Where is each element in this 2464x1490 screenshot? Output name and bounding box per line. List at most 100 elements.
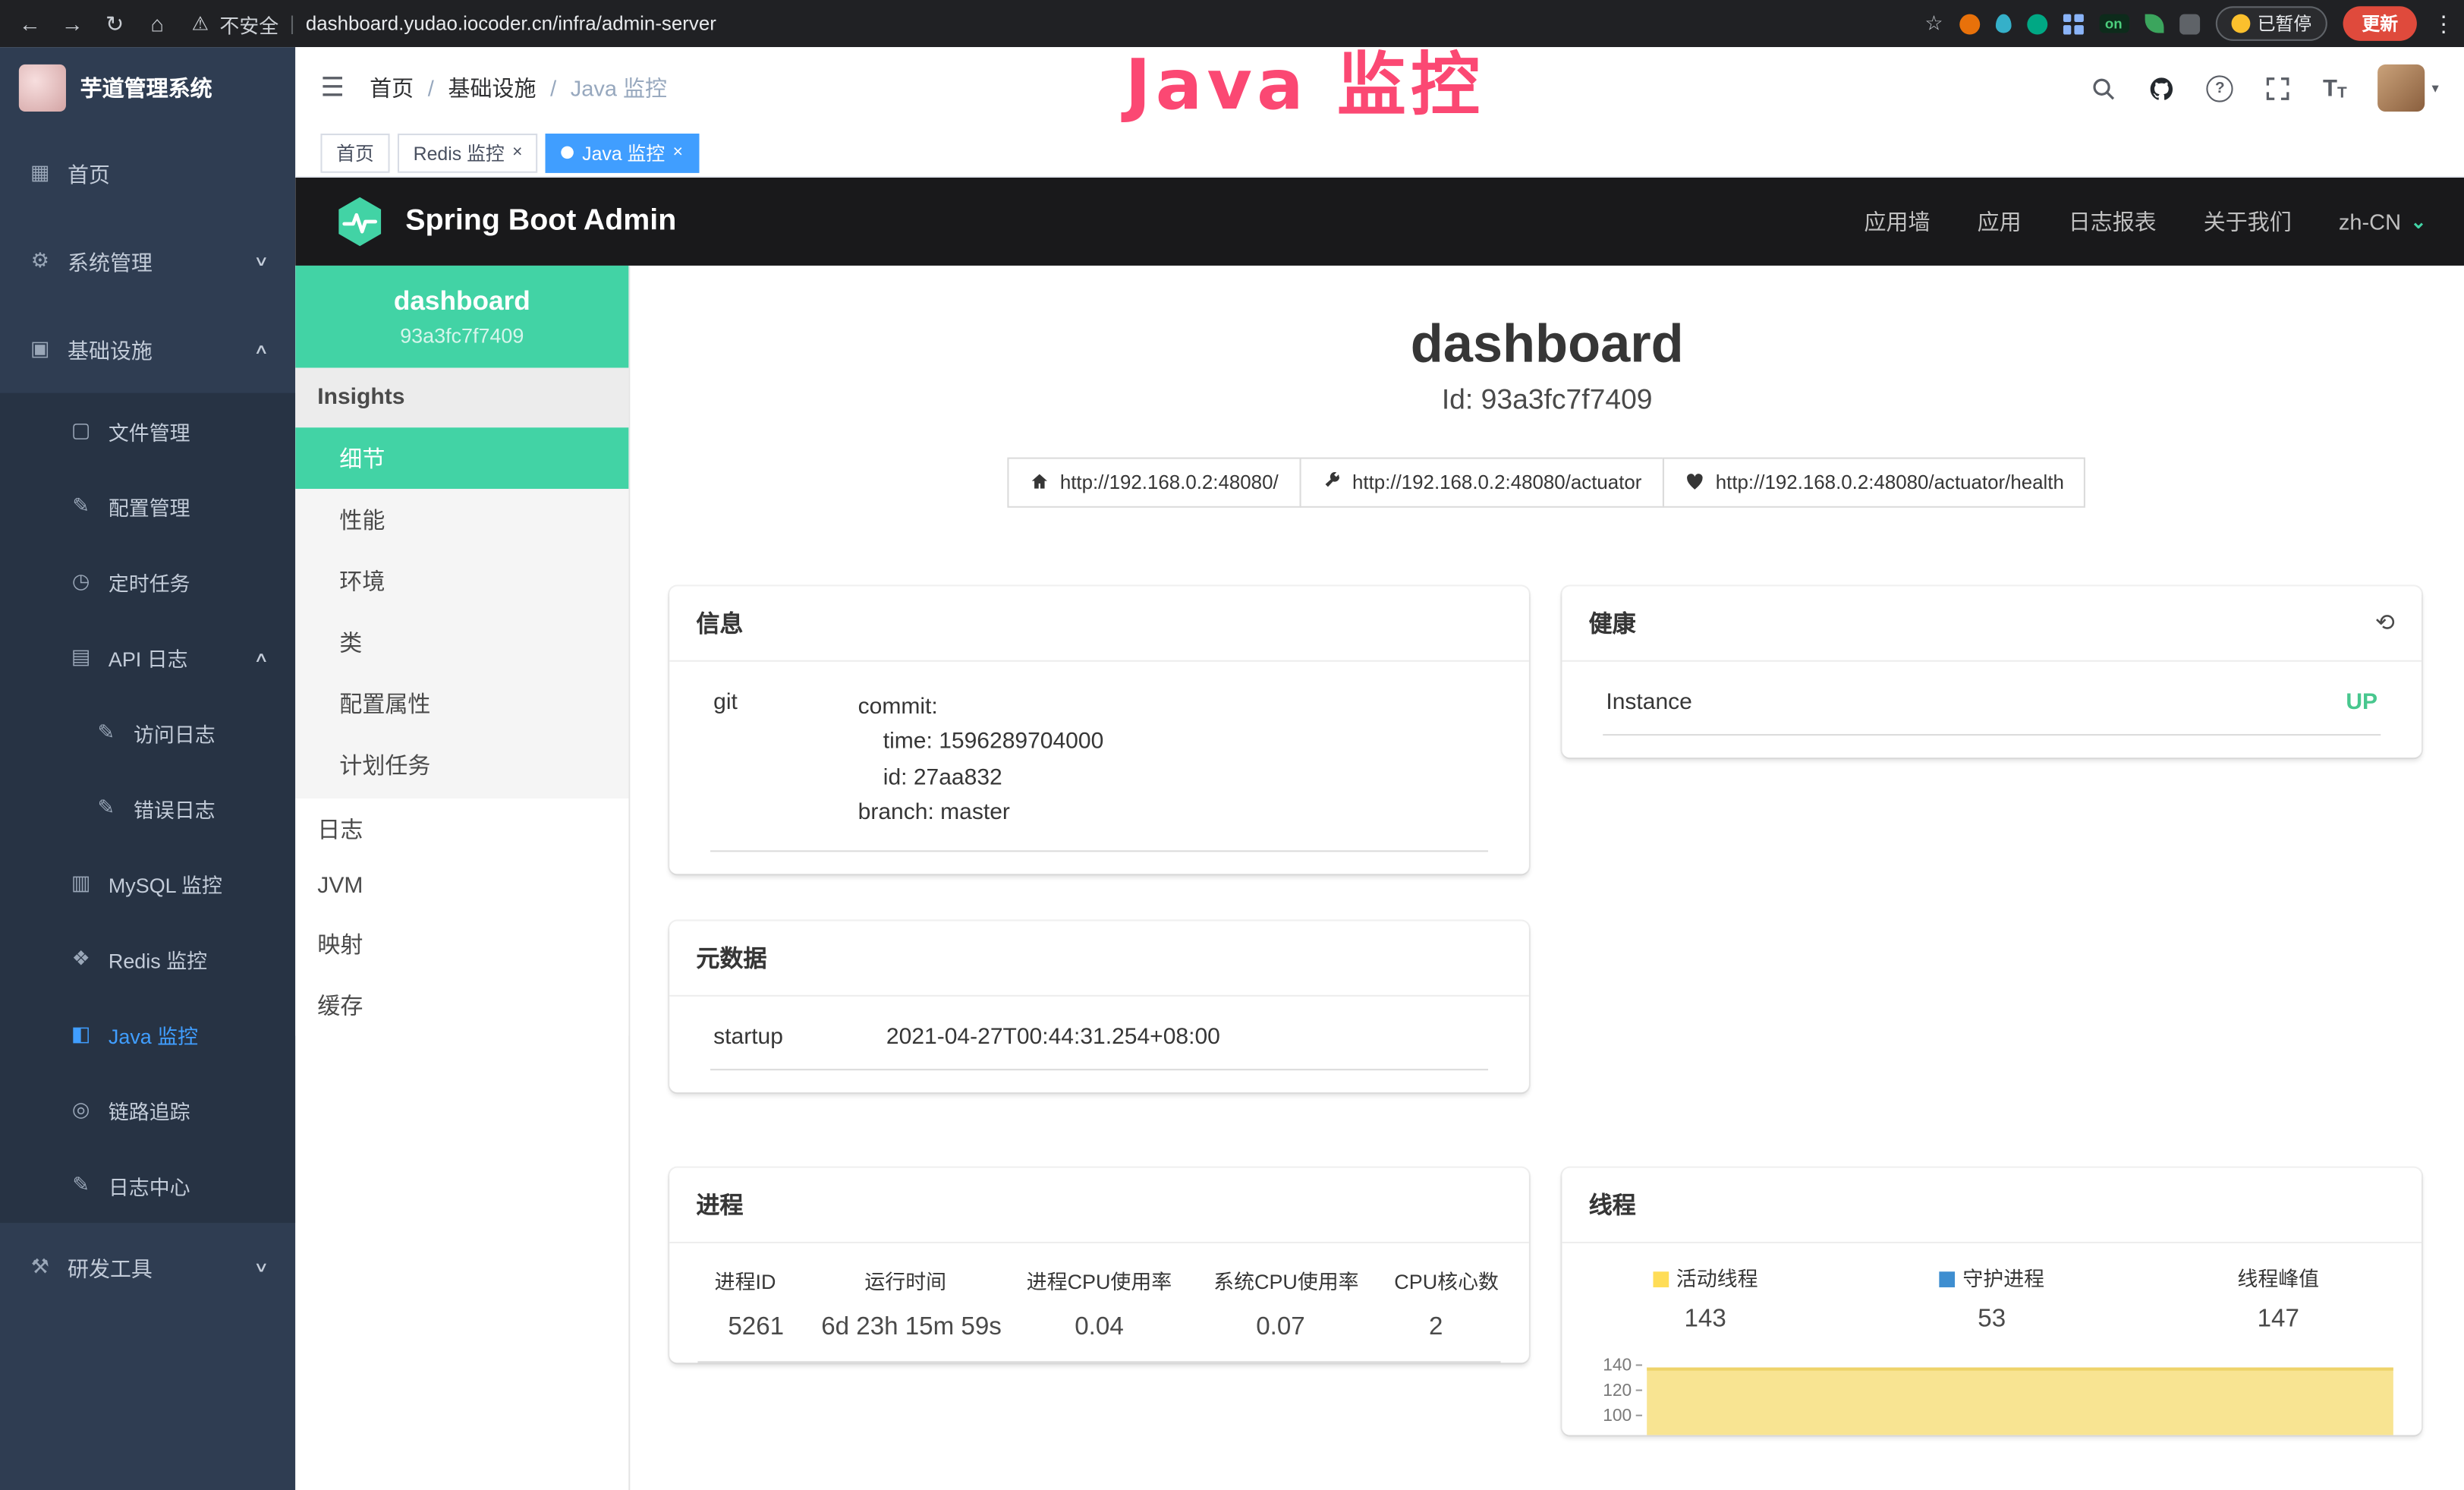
legend-daemon-threads: 守护进程 [1849, 1262, 2135, 1291]
health-card-title: 健康 [1589, 606, 1636, 639]
sba-menu-mappings[interactable]: 映射 [295, 914, 628, 975]
sidebar-item-config-manage[interactable]: ✎ 配置管理 [0, 468, 295, 543]
sba-menu-details[interactable]: 细节 [295, 428, 628, 490]
legend-blue-swatch [1939, 1271, 1955, 1287]
sba-instance-header[interactable]: dashboard 93a3fc7f7409 [295, 266, 628, 368]
browser-menu-icon[interactable]: ⋮ [2433, 10, 2449, 36]
breadcrumb-separator: / [550, 75, 556, 100]
sidebar-item-error-log[interactable]: ✎ 错误日志 [0, 770, 295, 846]
legend-label: 守护进程 [1962, 1266, 2044, 1290]
chevron-down-icon: ⌄ [2410, 210, 2426, 232]
sidebar-item-log-center[interactable]: ✎ 日志中心 [0, 1148, 295, 1223]
close-icon[interactable]: × [512, 143, 522, 162]
sba-nav-about[interactable]: 关于我们 [2204, 206, 2292, 237]
close-icon[interactable]: × [673, 143, 683, 162]
fullscreen-icon[interactable] [2264, 74, 2291, 101]
app-title: 芋道管理系统 [80, 72, 212, 103]
sba-menu-logs[interactable]: 日志 [295, 799, 628, 861]
sba-main: dashboard Id: 93a3fc7f7409 http://192.16… [630, 266, 2464, 1490]
hamburger-icon[interactable]: ☰ [320, 72, 345, 103]
sidebar-item-trace[interactable]: ◎ 链路追踪 [0, 1072, 295, 1147]
tab-java-monitor[interactable]: Java 监控 × [546, 133, 699, 172]
address-bar[interactable]: ⚠ 不安全 | dashboard.yudao.iocoder.cn/infra… [192, 8, 716, 38]
update-button[interactable]: 更新 [2343, 6, 2417, 41]
process-value: 0.07 [1190, 1314, 1371, 1342]
help-icon[interactable]: ? [2207, 74, 2233, 101]
sba-nav-applications[interactable]: 应用 [1978, 206, 2022, 237]
tab-redis-monitor[interactable]: Redis 监控 × [398, 133, 538, 172]
breadcrumb-infra[interactable]: 基础设施 [448, 72, 536, 103]
metadata-card-title: 元数据 [669, 921, 1529, 996]
service-url-link[interactable]: http://192.168.0.2:48080/ [1006, 457, 1300, 507]
health-card: 健康 ⟲ Instance UP [1562, 586, 2422, 758]
chart-y-axis: 140 120 100 [1603, 1353, 1643, 1435]
sba-menu-config-props[interactable]: 配置属性 [295, 673, 628, 735]
extension-on-badge[interactable]: on [2099, 14, 2129, 33]
history-icon[interactable]: ⟲ [2375, 609, 2395, 637]
browser-refresh-button[interactable]: ↻ [101, 10, 129, 36]
info-key: git [713, 690, 858, 831]
sidebar-item-infra[interactable]: ▣ 基础设施 ∧ [0, 305, 295, 393]
sidebar-item-access-log[interactable]: ✎ 访问日志 [0, 695, 295, 770]
sidebar-item-system[interactable]: ⚙ 系统管理 ∨ [0, 217, 295, 305]
sba-instance-name: dashboard [308, 283, 616, 320]
browser-forward-button[interactable]: → [58, 11, 87, 36]
sidebar-item-file-manage[interactable]: ▢ 文件管理 [0, 393, 295, 468]
tab-home[interactable]: 首页 [320, 133, 389, 172]
user-menu[interactable]: ▾ [2378, 65, 2439, 112]
sidebar-item-dev-tools[interactable]: ⚒ 研发工具 ∨ [0, 1223, 295, 1311]
paused-badge[interactable]: 已暂停 [2215, 6, 2327, 41]
legend-yellow-swatch [1653, 1271, 1669, 1287]
extension-icon[interactable] [1995, 14, 2011, 33]
sidebar-item-scheduled-job[interactable]: ◷ 定时任务 [0, 543, 295, 619]
extension-icon[interactable] [1959, 14, 1979, 34]
font-size-icon[interactable]: TT [2323, 74, 2347, 101]
sba-brand-title[interactable]: Spring Boot Admin [405, 204, 676, 239]
search-icon[interactable] [2091, 74, 2117, 101]
legend-label: 线程峰值 [2237, 1266, 2319, 1290]
emoji-face-icon [2230, 14, 2249, 33]
sidebar-item-java-monitor[interactable]: ◧ Java 监控 [0, 997, 295, 1072]
extension-leaf-icon[interactable] [2145, 14, 2163, 33]
sba-menu-metrics[interactable]: 性能 [295, 490, 628, 551]
browser-back-button[interactable]: ← [16, 11, 44, 36]
browser-toolbar-right: ☆ on 已暂停 更新 ⋮ [1924, 6, 2448, 41]
tab-label: 首页 [336, 139, 374, 165]
sba-menu-caches[interactable]: 缓存 [295, 975, 628, 1037]
process-table: 进程ID 运行时间 进程CPU使用率 系统CPU使用率 CPU核心数 5261 … [669, 1243, 1529, 1362]
font-size-small: T [2337, 84, 2347, 102]
tools-icon: ⚒ [28, 1254, 52, 1279]
infra-submenu: ▢ 文件管理 ✎ 配置管理 ◷ 定时任务 ▤ API 日志 ∧ ✎ [0, 393, 295, 1223]
sba-language-select[interactable]: zh-CN ⌄ [2339, 209, 2426, 234]
sba-nav-journal[interactable]: 日志报表 [2069, 206, 2157, 237]
breadcrumb-home[interactable]: 首页 [370, 72, 414, 103]
sba-menu-scheduled-tasks[interactable]: 计划任务 [295, 735, 628, 796]
sba-menu-jvm[interactable]: JVM [295, 860, 628, 913]
bookmark-star-icon[interactable]: ☆ [1924, 11, 1943, 36]
sidebar-item-label: 系统管理 [68, 245, 153, 276]
sidebar-item-label: 首页 [68, 157, 110, 188]
y-tick: 100 [1603, 1403, 1643, 1429]
app-logo[interactable]: 芋道管理系统 [0, 47, 295, 129]
github-icon[interactable] [2148, 74, 2175, 101]
sba-section-insights: Insights [295, 368, 628, 428]
metadata-value: 2021-04-27T00:44:31.254+08:00 [886, 1024, 1485, 1049]
sidebar-item-home[interactable]: ▦ 首页 [0, 129, 295, 217]
sba-menu-environment[interactable]: 环境 [295, 550, 628, 612]
spring-boot-admin-logo-icon [333, 195, 386, 248]
sidebar-item-redis-monitor[interactable]: ❖ Redis 监控 [0, 921, 295, 996]
actuator-url-link[interactable]: http://192.168.0.2:48080/actuator [1299, 457, 1664, 507]
extensions-puzzle-icon[interactable] [2179, 14, 2199, 34]
health-url-link[interactable]: http://192.168.0.2:48080/actuator/health [1662, 457, 2086, 507]
sidebar-item-api-log[interactable]: ▤ API 日志 ∧ [0, 619, 295, 695]
screen: ← → ↻ ⌂ ⚠ 不安全 | dashboard.yudao.iocoder.… [0, 0, 2464, 1490]
tab-label: Redis 监控 [414, 139, 505, 165]
browser-home-button[interactable]: ⌂ [143, 11, 171, 36]
sidebar-item-mysql-monitor[interactable]: ▥ MySQL 监控 [0, 846, 295, 921]
process-card-title: 进程 [669, 1167, 1529, 1243]
sba-nav-wallboard[interactable]: 应用墙 [1865, 206, 1931, 237]
extension-grid-icon[interactable] [2063, 14, 2083, 34]
extension-icon[interactable] [2026, 14, 2047, 34]
sba-menu-classes[interactable]: 类 [295, 612, 628, 673]
sidebar-item-label: Java 监控 [109, 1019, 198, 1049]
